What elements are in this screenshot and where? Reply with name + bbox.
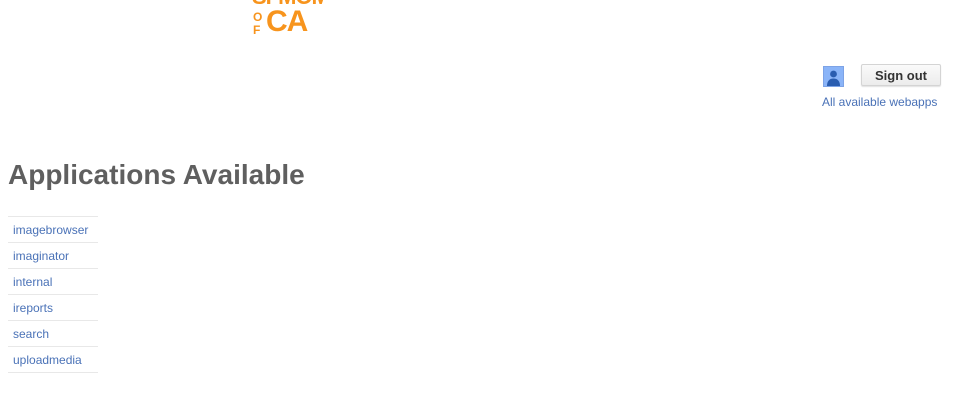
list-item: uploadmedia — [8, 347, 98, 373]
list-item: search — [8, 321, 98, 347]
app-link-search[interactable]: search — [13, 327, 49, 341]
all-webapps-link[interactable]: All available webapps — [822, 95, 937, 109]
sign-out-button[interactable]: Sign out — [861, 64, 941, 86]
logo-big-letters: CA — [266, 5, 308, 38]
logo-small-letters: O F — [253, 11, 265, 37]
person-icon — [824, 67, 843, 86]
list-item: imaginator — [8, 243, 98, 269]
list-item: internal — [8, 269, 98, 295]
app-link-internal[interactable]: internal — [13, 275, 52, 289]
logo-letter-f: F — [253, 23, 261, 37]
user-avatar-icon[interactable] — [823, 66, 844, 87]
app-link-imagebrowser[interactable]: imagebrowser — [13, 223, 88, 237]
app-link-imaginator[interactable]: imaginator — [13, 249, 69, 263]
list-item: imagebrowser — [8, 217, 98, 243]
app-link-uploadmedia[interactable]: uploadmedia — [13, 353, 82, 367]
page-title: Applications Available — [8, 159, 305, 190]
app-link-ireports[interactable]: ireports — [13, 301, 53, 315]
user-area: Sign out All available webapps — [822, 64, 953, 114]
museum-logo[interactable]: SFMOMA O F CA — [252, 0, 324, 38]
applications-list: imagebrowser imaginator internal ireport… — [8, 216, 98, 373]
page: SFMOMA O F CA Sign out All available web… — [0, 0, 971, 420]
list-item: ireports — [8, 295, 98, 321]
